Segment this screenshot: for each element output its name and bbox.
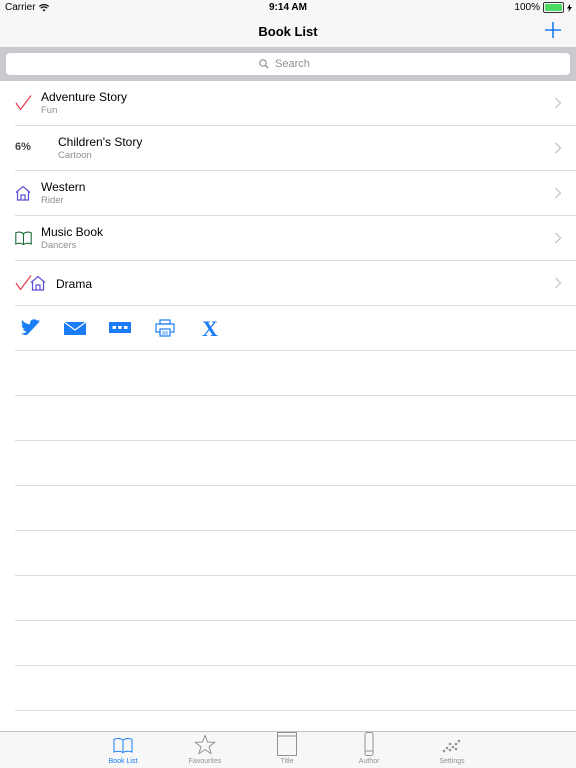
tab-label: Author <box>358 758 380 765</box>
chevron-right-icon <box>555 277 562 289</box>
empty-row-separator <box>15 575 576 576</box>
house-icon <box>15 185 31 201</box>
book-row-western[interactable]: Western Rider <box>0 171 576 216</box>
open-book-icon <box>113 738 133 754</box>
share-toolbar: X <box>0 306 576 351</box>
search-input[interactable] <box>273 57 317 71</box>
book-title: Children's Story <box>58 135 143 149</box>
search-field[interactable] <box>6 53 570 75</box>
open-book-icon <box>15 231 32 245</box>
clock: 9:14 AM <box>269 2 307 13</box>
book-subtitle: Dancers <box>41 240 77 251</box>
book-title: Drama <box>56 277 93 291</box>
book-cover-icon <box>277 732 297 756</box>
empty-row-separator <box>15 665 576 666</box>
navigation-bar: Book List <box>0 16 576 47</box>
page-title: Book List <box>258 24 318 39</box>
book-row-drama[interactable]: Drama <box>0 261 576 306</box>
tab-label: Title <box>280 758 294 765</box>
tab-label: Favourites <box>188 758 222 765</box>
book-subtitle: Cartoon <box>58 150 92 161</box>
tab-label: Settings <box>439 758 465 765</box>
book-title: Adventure Story <box>41 90 128 104</box>
dots-icon <box>442 739 461 753</box>
star-icon <box>194 734 216 755</box>
tab-settings[interactable]: Settings <box>422 732 482 768</box>
x-icon[interactable]: X <box>198 318 222 338</box>
empty-row-separator <box>15 620 576 621</box>
book-spine-icon <box>364 732 374 756</box>
battery-icon <box>543 2 564 13</box>
print-icon[interactable] <box>153 318 177 338</box>
book-title: Western <box>41 180 86 194</box>
chevron-right-icon <box>555 142 562 154</box>
book-row-music-book[interactable]: Music Book Dancers <box>0 216 576 261</box>
chevron-right-icon <box>555 232 562 244</box>
chevron-right-icon <box>555 187 562 199</box>
house-icon <box>30 275 46 291</box>
empty-row-separator <box>15 440 576 441</box>
book-subtitle: Fun <box>41 105 58 116</box>
tab-author[interactable]: Author <box>339 732 399 768</box>
book-subtitle: Rider <box>41 195 64 206</box>
progress-label: 6% <box>15 141 31 153</box>
status-bar: Carrier 9:14 AM 100% <box>0 0 576 16</box>
battery-info: 100% <box>514 2 572 13</box>
search-icon <box>259 59 269 69</box>
chevron-right-icon <box>555 97 562 109</box>
book-title: Music Book <box>41 225 104 239</box>
charging-bolt-icon <box>567 3 572 12</box>
mail-icon[interactable] <box>63 318 87 338</box>
empty-row-separator <box>15 530 576 531</box>
empty-row-separator <box>15 710 576 711</box>
svg-text:X: X <box>202 318 218 338</box>
checkmark-icon <box>15 95 32 111</box>
battery-percent: 100% <box>514 2 540 13</box>
book-row-childrens-story[interactable]: 6% Children's Story Cartoon <box>0 126 576 171</box>
tab-label: Book List <box>108 758 138 765</box>
twitter-icon[interactable] <box>19 318 43 338</box>
book-row-adventure-story[interactable]: Adventure Story Fun <box>0 81 576 126</box>
tab-favourites[interactable]: Favourites <box>175 732 235 768</box>
tab-bar: Book List Favourites Title Author Settin… <box>0 731 576 768</box>
empty-row-separator <box>15 395 576 396</box>
empty-row-separator <box>15 485 576 486</box>
tab-title[interactable]: Title <box>257 732 317 768</box>
add-book-button[interactable] <box>543 20 563 40</box>
message-icon[interactable] <box>108 318 132 338</box>
tab-book-list[interactable]: Book List <box>93 732 153 768</box>
search-bar <box>0 47 576 81</box>
